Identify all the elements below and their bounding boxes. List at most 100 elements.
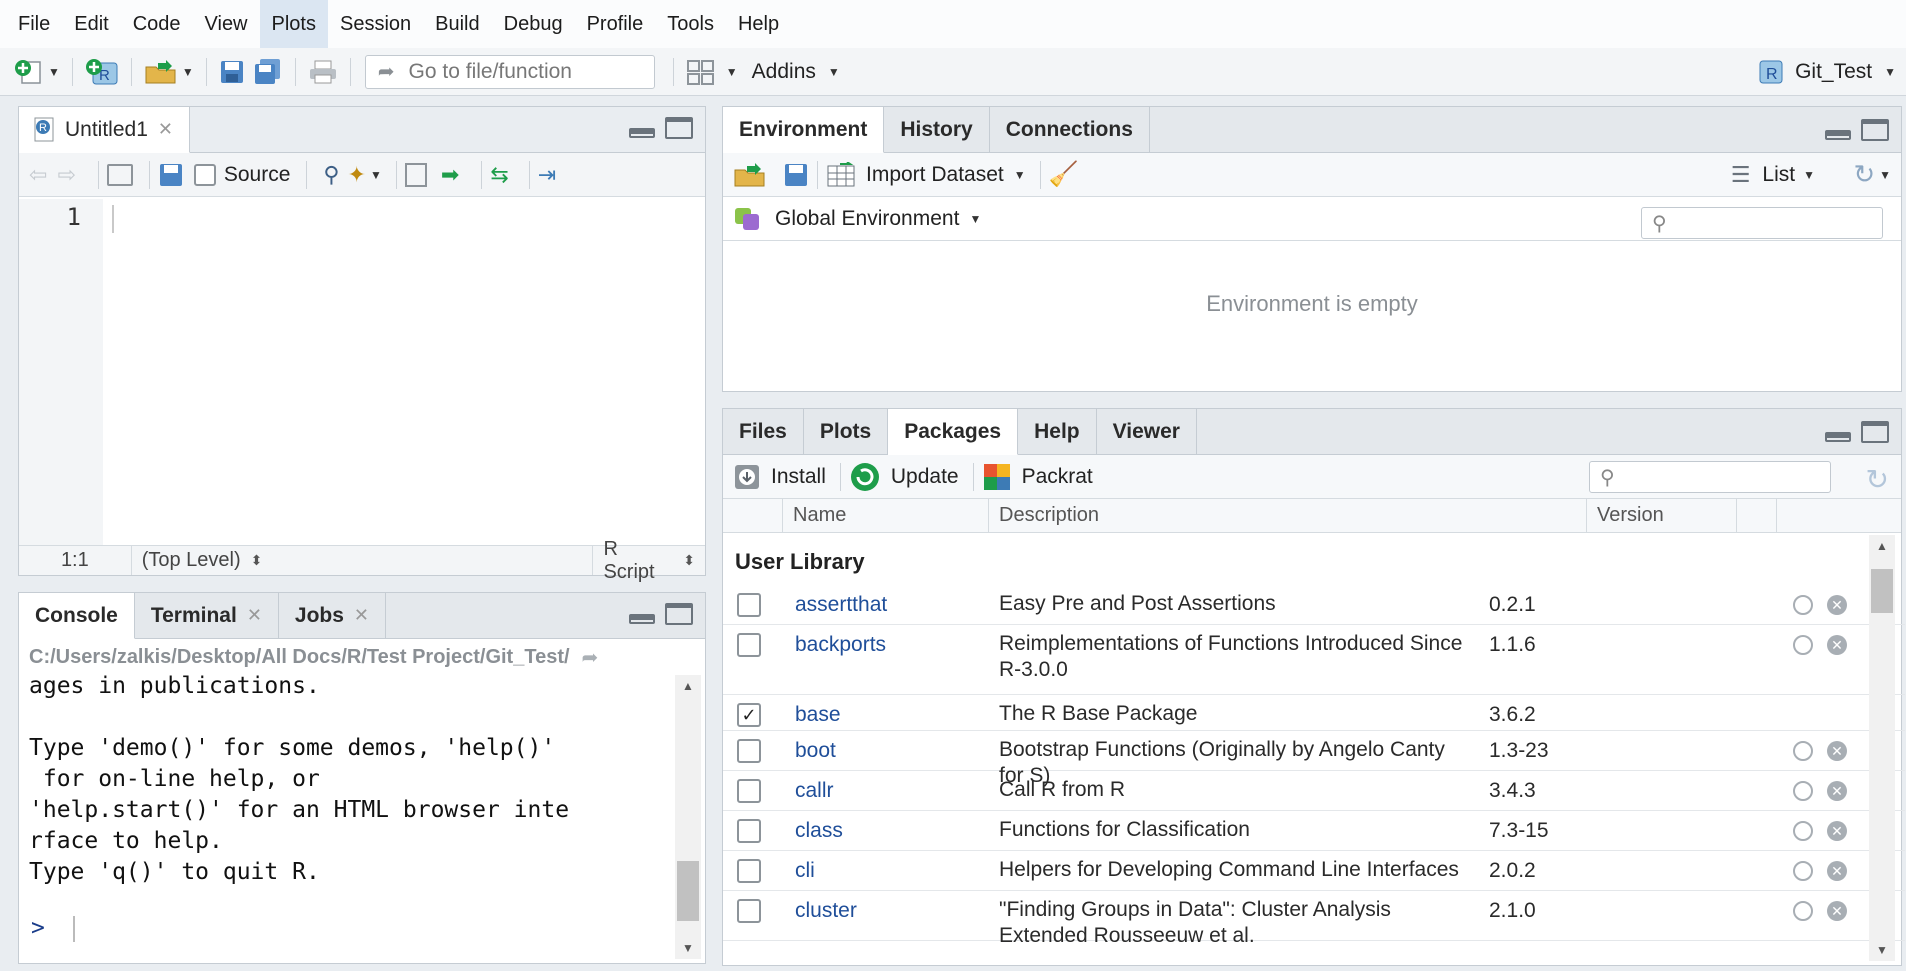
show-in-window-icon[interactable] — [106, 163, 133, 186]
scroll-up-icon[interactable]: ▲ — [1869, 539, 1895, 553]
tab-jobs[interactable]: Jobs ✕ — [279, 593, 387, 638]
maximize-icon[interactable] — [665, 117, 693, 139]
packages-scrollbar[interactable]: ▲ ▼ — [1869, 535, 1895, 961]
console-prompt[interactable]: > — [31, 915, 75, 942]
tab-viewer[interactable]: Viewer — [1097, 409, 1197, 454]
tab-help[interactable]: Help — [1018, 409, 1097, 454]
minimize-icon[interactable] — [1825, 130, 1851, 140]
remove-package-icon[interactable]: ✕ — [1827, 741, 1847, 761]
package-load-checkbox[interactable] — [737, 859, 761, 883]
source-file-icon[interactable]: ⇥ — [538, 162, 556, 188]
import-dataset-button[interactable]: Import Dataset ▼ — [826, 161, 1026, 188]
menu-plots[interactable]: Plots — [259, 0, 328, 48]
tab-console[interactable]: Console — [19, 593, 135, 639]
refresh-env-button[interactable]: ↻ ▼ — [1853, 159, 1891, 190]
tab-terminal[interactable]: Terminal ✕ — [135, 593, 279, 638]
compile-report-icon[interactable] — [404, 162, 427, 187]
new-file-button[interactable]: ▼ — [10, 54, 64, 90]
package-name-link[interactable]: cluster — [795, 899, 857, 923]
table-row[interactable]: cli Helpers for Developing Command Line I… — [723, 851, 1905, 891]
globe-icon[interactable] — [1793, 901, 1813, 921]
globe-icon[interactable] — [1793, 781, 1813, 801]
goto-dir-icon[interactable]: ➦ — [582, 645, 599, 670]
update-button[interactable]: Update — [849, 461, 959, 493]
addins-menu[interactable]: Addins ▼ — [752, 60, 840, 84]
environment-search-input[interactable]: ⚲ — [1641, 207, 1883, 239]
globe-icon[interactable] — [1793, 861, 1813, 881]
tab-connections[interactable]: Connections — [990, 107, 1150, 152]
remove-package-icon[interactable]: ✕ — [1827, 861, 1847, 881]
tab-history[interactable]: History — [884, 107, 990, 152]
go-to-file-input[interactable]: ➦ Go to file/function — [364, 54, 655, 89]
menu-debug[interactable]: Debug — [492, 0, 575, 48]
close-jobs-icon[interactable]: ✕ — [354, 605, 369, 626]
package-name-link[interactable]: callr — [795, 779, 834, 803]
load-workspace-icon[interactable] — [733, 162, 769, 188]
menu-session[interactable]: Session — [328, 0, 423, 48]
scroll-up-icon[interactable]: ▲ — [675, 679, 701, 693]
project-menu[interactable]: R Git_Test ▼ — [1757, 48, 1896, 96]
package-name-link[interactable]: assertthat — [795, 593, 887, 617]
table-row[interactable]: backports Reimplementations of Functions … — [723, 625, 1905, 695]
table-row[interactable]: callr Call R from R 3.4.3 ✕ — [723, 771, 1905, 811]
editor-save-icon[interactable] — [158, 162, 184, 188]
table-row[interactable]: ✓ base The R Base Package 3.6.2 — [723, 695, 1905, 731]
menu-code[interactable]: Code — [121, 0, 193, 48]
scroll-down-icon[interactable]: ▼ — [1869, 943, 1895, 957]
maximize-icon[interactable] — [1861, 421, 1889, 443]
menu-help[interactable]: Help — [726, 0, 791, 48]
menu-profile[interactable]: Profile — [575, 0, 656, 48]
rerun-icon[interactable]: ⇆ — [490, 162, 508, 188]
source-on-save-checkbox[interactable] — [193, 163, 216, 186]
package-name-link[interactable]: cli — [795, 859, 815, 883]
tab-plots[interactable]: Plots — [804, 409, 889, 454]
save-button[interactable] — [215, 54, 249, 90]
scope-selector[interactable]: (Top Level) ⬍ — [132, 546, 594, 575]
table-row[interactable]: cluster "Finding Groups in Data": Cluster… — [723, 891, 1905, 947]
open-file-button[interactable]: ▼ — [140, 54, 198, 90]
menu-edit[interactable]: Edit — [62, 0, 120, 48]
run-line-icon[interactable]: ➡ — [441, 162, 459, 188]
menu-view[interactable]: View — [193, 0, 260, 48]
new-project-button[interactable]: R — [81, 54, 123, 90]
tab-environment[interactable]: Environment — [723, 107, 885, 153]
menu-build[interactable]: Build — [423, 0, 491, 48]
maximize-icon[interactable] — [1861, 119, 1889, 141]
code-editor-area[interactable] — [103, 199, 705, 545]
package-load-checkbox[interactable] — [737, 819, 761, 843]
globe-icon[interactable] — [1793, 741, 1813, 761]
remove-package-icon[interactable]: ✕ — [1827, 781, 1847, 801]
table-row[interactable]: class Functions for Classification 7.3-15 ✕ — [723, 811, 1905, 851]
clear-broom-icon[interactable]: 🧹 — [1049, 160, 1079, 189]
remove-package-icon[interactable]: ✕ — [1827, 821, 1847, 841]
header-name[interactable]: Name — [783, 499, 989, 532]
scroll-down-icon[interactable]: ▼ — [675, 941, 701, 955]
maximize-icon[interactable] — [665, 603, 693, 625]
table-row[interactable]: boot Bootstrap Functions (Originally by A… — [723, 731, 1905, 787]
tab-packages[interactable]: Packages — [888, 409, 1019, 455]
global-environment-selector[interactable]: Global Environment ▼ — [733, 204, 981, 234]
refresh-packages-icon[interactable]: ↻ — [1866, 463, 1889, 496]
find-icon[interactable]: ⚲ — [323, 162, 339, 188]
header-version[interactable]: Version — [1587, 499, 1737, 532]
save-workspace-icon[interactable] — [783, 162, 809, 188]
package-load-checkbox[interactable]: ✓ — [737, 703, 761, 727]
save-all-button[interactable] — [249, 54, 287, 90]
globe-icon[interactable] — [1793, 821, 1813, 841]
package-name-link[interactable]: backports — [795, 633, 886, 657]
tab-files[interactable]: Files — [723, 409, 804, 454]
package-load-checkbox[interactable] — [737, 593, 761, 617]
console-scrollbar[interactable]: ▲ ▼ — [675, 675, 701, 959]
forward-arrow-icon[interactable]: ⇨ — [57, 162, 75, 188]
file-type-selector[interactable]: R Script ⬍ — [593, 538, 705, 583]
table-row[interactable]: assertthat Easy Pre and Post Assertions 0.… — [723, 585, 1905, 625]
tab-untitled1[interactable]: R Untitled1 ✕ — [19, 107, 190, 153]
globe-icon[interactable] — [1793, 595, 1813, 615]
close-tab-icon[interactable]: ✕ — [158, 119, 173, 140]
package-load-checkbox[interactable] — [737, 739, 761, 763]
scroll-thumb[interactable] — [677, 861, 699, 921]
package-load-checkbox[interactable] — [737, 899, 761, 923]
menu-tools[interactable]: Tools — [655, 0, 726, 48]
remove-package-icon[interactable]: ✕ — [1827, 901, 1847, 921]
minimize-icon[interactable] — [629, 128, 655, 138]
